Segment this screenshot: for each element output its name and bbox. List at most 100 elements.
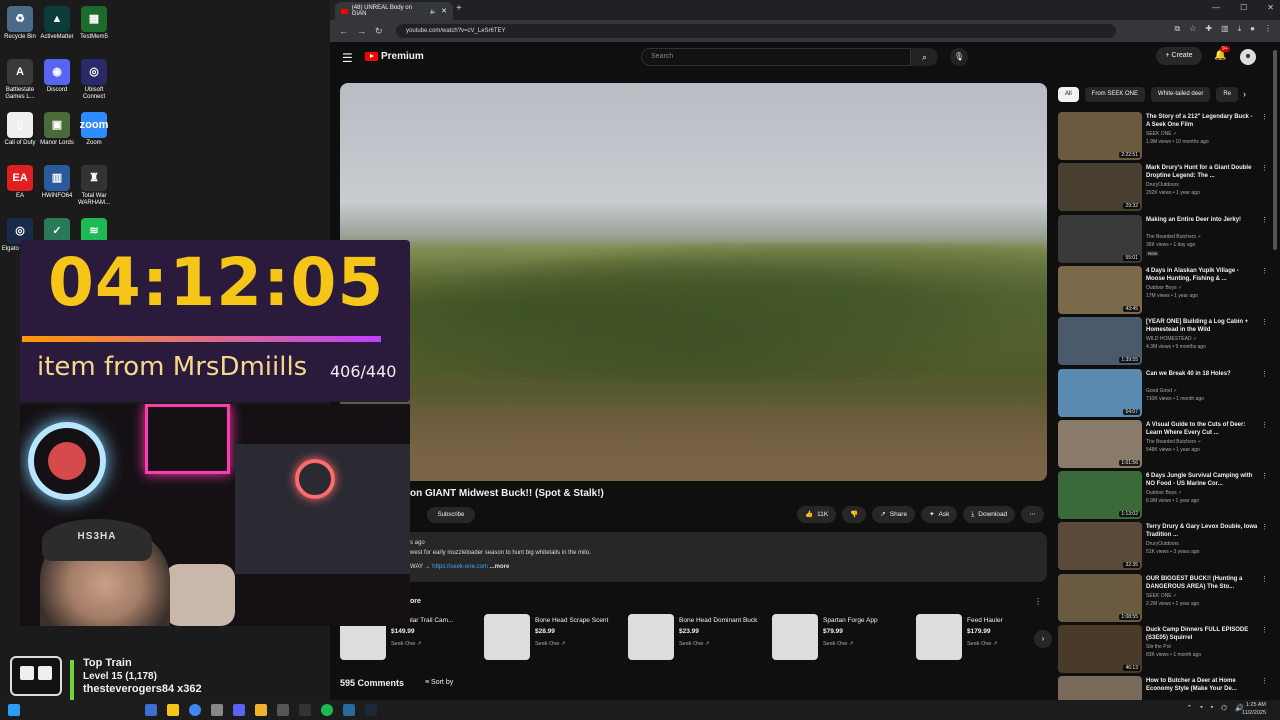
desktop-icon[interactable]: ◎ Ubisoft Connect	[74, 59, 114, 101]
dislike-button[interactable]: 👎	[842, 506, 867, 523]
back-icon[interactable]: ←	[339, 26, 348, 36]
maximize-icon[interactable]: ☐	[1240, 3, 1247, 12]
shelf-next-icon[interactable]: ›	[1034, 630, 1052, 648]
desktop-icon[interactable]: ▯ Call of Duty	[0, 112, 40, 147]
filter-chip[interactable]: All	[1058, 87, 1079, 102]
network-icon[interactable]: ⌬	[1221, 704, 1227, 712]
recommended-video[interactable]: 1:01:56 A Visual Guide to the Cuts of Dee…	[1058, 419, 1268, 470]
ask-button[interactable]: ✦ Ask	[921, 506, 958, 523]
description-link[interactable]: https://seek-one.com	[432, 564, 488, 570]
recommended-video[interactable]: 43:45 4 Days in Alaskan Yupik Village - M…	[1058, 265, 1268, 316]
filter-chip[interactable]: White-tailed deer	[1151, 87, 1211, 102]
create-button[interactable]: + Create	[1156, 47, 1202, 65]
download-icon[interactable]: ⤓	[1238, 24, 1242, 34]
video-menu-icon[interactable]: ⋮	[1261, 164, 1268, 172]
desktop-icon[interactable]: ♜ Total War WARHAM...	[74, 165, 114, 207]
filter-chip[interactable]: Re	[1216, 87, 1239, 102]
taskbar-app-icon[interactable]	[299, 704, 311, 716]
microphone-icon[interactable]: 🎙	[950, 48, 968, 66]
close-window-icon[interactable]: ✕	[1267, 3, 1274, 12]
youtube-logo[interactable]: Premium	[365, 51, 424, 62]
discord-taskbar-icon[interactable]	[233, 704, 245, 716]
tray-app-icon[interactable]: ▪	[1200, 704, 1202, 712]
url-bar[interactable]: youtube.com/watch?v=cV_LeSr6TEY	[396, 24, 1116, 38]
start-icon[interactable]	[8, 704, 20, 716]
bookmark-star-icon[interactable]: ☆	[1189, 24, 1196, 34]
download-button[interactable]: ⤓ Download	[963, 506, 1016, 523]
browser-tab[interactable]: (48) UNREAL Body on GIAN 🔈 ✕	[335, 2, 453, 20]
more-actions-button[interactable]: ⋯	[1021, 506, 1044, 523]
share-button[interactable]: ↗ Share	[872, 506, 916, 523]
shop-more-icon[interactable]: ⋮	[1034, 597, 1042, 606]
steam-taskbar-icon[interactable]	[365, 704, 377, 716]
sort-button[interactable]: ≡ Sort by	[425, 679, 453, 686]
profile-icon[interactable]: ●	[1250, 24, 1255, 34]
video-menu-icon[interactable]: ⋮	[1261, 113, 1268, 121]
recommended-video[interactable]: 29:32 Mark Drury's Hunt for a Giant Doubl…	[1058, 163, 1268, 213]
product-card[interactable]: Bone Head Scrape Scent $28.99 Seek One ↗	[484, 614, 624, 662]
taskbar-app-icon[interactable]	[145, 704, 157, 716]
install-icon[interactable]: ⧉	[1174, 24, 1180, 34]
menu-icon[interactable]: ⋮	[1264, 24, 1272, 34]
avatar[interactable]: ☻	[1240, 49, 1256, 65]
desktop-icon[interactable]: EA EA	[0, 165, 40, 200]
desktop-icon[interactable]: zoom Zoom	[74, 112, 114, 147]
video-menu-icon[interactable]: ⋮	[1261, 626, 1268, 634]
video-menu-icon[interactable]: ⋮	[1261, 267, 1268, 275]
sidepanel-icon[interactable]: ▥	[1221, 24, 1229, 34]
video-menu-icon[interactable]: ⋮	[1261, 318, 1268, 326]
recommended-video[interactable]: 54:07 Can we Break 40 in 18 Holes? Good Go…	[1058, 368, 1268, 419]
video-menu-icon[interactable]: ⋮	[1261, 523, 1268, 531]
desktop-icon[interactable]: ♻ Recycle Bin	[0, 6, 40, 41]
new-tab-icon[interactable]: +	[456, 3, 462, 14]
desktop-icon[interactable]: ◉ Discord	[37, 59, 77, 94]
desktop-icon[interactable]: ▣ Manor Lords	[37, 112, 77, 147]
desktop-icon[interactable]: ▲ ActiveMatter	[37, 6, 77, 41]
recommended-video[interactable]: 1:13:02 6 Days Jungle Survival Camping wi…	[1058, 471, 1268, 521]
video-menu-icon[interactable]: ⋮	[1261, 216, 1268, 224]
chrome-icon[interactable]	[189, 704, 201, 716]
video-menu-icon[interactable]: ⋮	[1261, 421, 1268, 429]
recommended-video[interactable]: 55:01 Making an Entire Deer into Jerky! Th…	[1058, 214, 1268, 265]
video-menu-icon[interactable]: ⋮	[1261, 370, 1268, 378]
search-input[interactable]: Search	[641, 48, 911, 66]
recommended-video[interactable]: 2:22:51 The Story of a 212" Legendary Buc…	[1058, 112, 1268, 162]
desktop-icon[interactable]: ▥ HWiNFO64	[37, 165, 77, 200]
recommended-video[interactable]: 46:13 Duck Camp Dinners FULL EPISODE (S3E…	[1058, 625, 1268, 675]
spotify-taskbar-icon[interactable]	[321, 704, 333, 716]
product-card[interactable]: Spartan Forge App $79.99 Seek One ↗	[772, 614, 912, 662]
page-scrollbar[interactable]	[1273, 50, 1277, 250]
taskbar-app-icon[interactable]	[343, 704, 355, 716]
description-more[interactable]: ...more	[490, 564, 510, 570]
notifications-icon[interactable]: 🔔 9+	[1214, 46, 1230, 61]
extensions-icon[interactable]: ✚	[1205, 24, 1212, 34]
close-tab-icon[interactable]: ✕	[441, 7, 447, 15]
video-menu-icon[interactable]: ⋮	[1261, 575, 1268, 583]
search-icon[interactable]: ⌕	[911, 48, 938, 66]
taskbar-app-icon[interactable]	[255, 704, 267, 716]
description-box[interactable]: s ago west for early muzzleloader season…	[340, 532, 1047, 582]
video-menu-icon[interactable]: ⋮	[1261, 472, 1268, 480]
minimize-icon[interactable]: —	[1212, 3, 1220, 12]
video-menu-icon[interactable]: ⋮	[1261, 677, 1268, 685]
tray-chevron-icon[interactable]: ⌃	[1186, 704, 1192, 712]
desktop-icon[interactable]: ▦ TestMem5	[74, 6, 114, 41]
desktop-icon[interactable]: A Battlestate Games L...	[0, 59, 40, 101]
filter-chip[interactable]: From SEEK ONE	[1084, 87, 1146, 102]
video-player[interactable]	[340, 83, 1047, 481]
subscribe-button[interactable]: Subscribe	[427, 507, 475, 523]
like-button[interactable]: 👍 11K	[797, 506, 837, 523]
taskbar-app-icon[interactable]	[211, 704, 223, 716]
recommended-video[interactable]: 32:35 Terry Drury & Gary Levox Double, Io…	[1058, 522, 1268, 572]
hamburger-menu-icon[interactable]: ☰	[342, 51, 353, 65]
tray-app-icon[interactable]: ▪	[1211, 704, 1213, 712]
recommended-video[interactable]: 1:08:55 OUR BIGGEST BUCK!! (Hunting a DAN…	[1058, 573, 1268, 624]
forward-icon[interactable]: →	[357, 26, 366, 36]
taskbar-app-icon[interactable]	[277, 704, 289, 716]
recommended-video[interactable]: 1:39:55 [YEAR ONE] Building a Log Cabin +…	[1058, 317, 1268, 367]
chips-next-icon[interactable]: ›	[1243, 89, 1246, 99]
file-explorer-icon[interactable]	[167, 704, 179, 716]
taskbar-clock[interactable]: 1:25 AM 11/2/2025	[1242, 701, 1266, 717]
reload-icon[interactable]: ↻	[375, 26, 383, 37]
product-card[interactable]: Bone Head Dominant Buck $23.99 Seek One ↗	[628, 614, 768, 662]
